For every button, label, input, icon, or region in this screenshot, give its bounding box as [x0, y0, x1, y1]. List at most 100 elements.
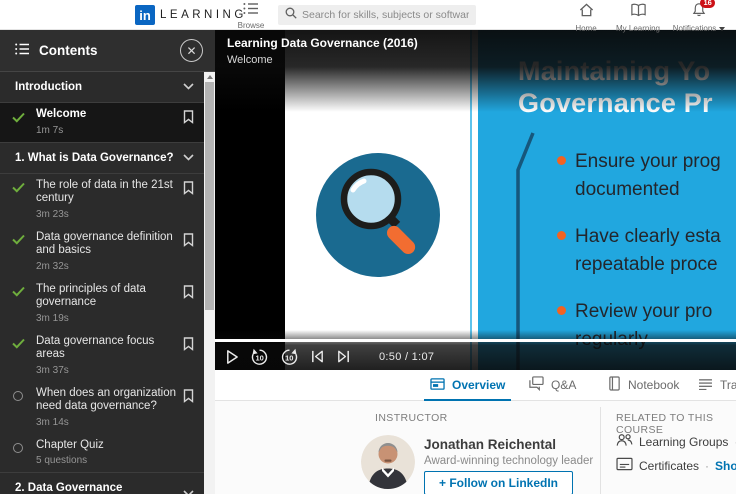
rewind-10-button[interactable]: 10 — [250, 348, 269, 366]
nav-notifications[interactable]: 16 Notifications — [666, 0, 732, 33]
lesson-duration: 3m 37s — [36, 364, 69, 376]
bookmark-icon[interactable] — [183, 180, 194, 200]
tab-label: Notebook — [628, 378, 680, 392]
lesson-title: The role of data in the 21st century — [36, 178, 173, 205]
video-controls: 10 10 0:50 / 1:07 — [215, 343, 736, 370]
scrollbar-thumb[interactable] — [205, 82, 214, 310]
linkedin-learning-logo[interactable]: in LEARNING — [135, 5, 247, 25]
lesson-item-chapter-quiz[interactable]: Chapter Quiz 5 questions — [0, 434, 204, 473]
slide-bullet-1: Ensure your prog documented — [557, 148, 721, 204]
chevron-down-icon — [183, 488, 194, 494]
transcript-lines-icon — [698, 378, 713, 393]
contents-sidebar: Contents ✕ Introduction Welcome 1m 7s 1.… — [0, 30, 215, 494]
search-input[interactable] — [302, 9, 469, 21]
lesson-title: The principles of data governance — [36, 282, 146, 309]
home-icon — [578, 2, 595, 23]
bookmark-icon[interactable] — [183, 336, 194, 356]
bullet-dot-icon — [557, 231, 566, 240]
certificates-icon — [616, 457, 633, 474]
tab-label: Overview — [452, 378, 506, 392]
completed-check-icon — [11, 181, 25, 195]
scroll-up-arrow-icon[interactable] — [206, 75, 213, 79]
video-time-display: 0:50 / 1:07 — [379, 350, 435, 363]
lesson-title: Welcome — [36, 108, 87, 120]
follow-on-linkedin-button[interactable]: + Follow on LinkedIn — [424, 471, 573, 494]
incomplete-circle-icon — [11, 389, 25, 403]
tab-overview[interactable]: Overview — [423, 370, 512, 401]
bookmark-icon[interactable] — [183, 232, 194, 252]
previous-video-button[interactable] — [310, 349, 325, 364]
lesson-duration: 5 questions — [36, 455, 88, 466]
lesson-duration: 1m 7s — [36, 124, 64, 136]
lesson-title: Chapter Quiz — [36, 438, 104, 451]
contents-list: Introduction Welcome 1m 7s 1. What is Da… — [0, 72, 204, 494]
lesson-title: Data governance definition and basics — [36, 230, 173, 257]
panel-divider — [600, 407, 601, 494]
bookmark-icon[interactable] — [183, 388, 194, 408]
play-button[interactable] — [225, 349, 239, 365]
section-data-governance-deployment[interactable]: 2. Data Governance Deployment — [0, 472, 204, 494]
tab-label: Q&A — [551, 378, 577, 392]
lesson-item-focus-areas[interactable]: Data governance focus areas 3m 37s — [0, 330, 204, 382]
lesson-item-welcome[interactable]: Welcome 1m 7s — [0, 103, 204, 142]
slide-bullet-2: Have clearly esta repeatable proce — [557, 223, 721, 279]
video-title-overlay: Learning Data Governance (2016) Welcome — [215, 30, 736, 112]
tab-notebook[interactable]: Notebook — [608, 370, 679, 400]
section-what-is-data-governance[interactable]: 1. What is Data Governance? — [0, 141, 204, 174]
bullet-dot-icon — [557, 306, 566, 315]
bullet-dot-icon — [557, 156, 566, 165]
bookmark-icon[interactable] — [183, 110, 194, 129]
lesson-duration: 3m 14s — [36, 416, 69, 428]
my-learning-label: My Learning — [615, 24, 661, 33]
next-video-button[interactable] — [336, 349, 351, 364]
forward-10-button[interactable]: 10 — [280, 348, 299, 366]
instructor-name[interactable]: Jonathan Reichental — [424, 437, 556, 452]
close-sidebar-button[interactable]: ✕ — [180, 39, 203, 62]
course-info-panel: INSTRUCTOR Jonathan Reichental Award-win… — [215, 401, 736, 494]
browse-list-icon — [243, 2, 259, 20]
contents-header: Contents ✕ — [0, 30, 215, 72]
related-item-label[interactable]: Certificates — [639, 459, 699, 473]
related-learning-groups-row: Learning Groups · Show — [616, 433, 736, 450]
show-all-certificates-link[interactable]: Show all — [715, 459, 736, 473]
related-item-label[interactable]: Learning Groups — [639, 435, 728, 449]
tab-qa[interactable]: Q&A — [528, 370, 576, 400]
lesson-title: When does an organization need data gove… — [36, 386, 177, 413]
tab-label: Tra — [720, 378, 736, 392]
contents-title: Contents — [39, 43, 98, 58]
section-label: 1. What is Data Governance? — [15, 151, 174, 164]
nav-home[interactable]: Home — [568, 2, 604, 33]
chevron-down-icon — [183, 81, 194, 93]
qa-speech-bubbles-icon — [528, 376, 544, 394]
lesson-item-principles[interactable]: The principles of data governance 3m 19s — [0, 278, 204, 330]
chevron-down-icon — [183, 152, 194, 164]
video-player[interactable]: Maintaining Yo Governance Pr Ensure your… — [215, 30, 736, 370]
bookmark-icon[interactable] — [183, 284, 194, 304]
section-label: Introduction — [15, 81, 83, 93]
lesson-name: Welcome — [227, 54, 273, 66]
lesson-duration: 3m 19s — [36, 312, 69, 324]
lesson-title: Data governance focus areas — [36, 334, 155, 361]
overview-icon — [430, 377, 445, 394]
tab-transcript[interactable]: Tra — [698, 370, 736, 400]
browse-button[interactable]: Browse — [235, 2, 267, 30]
section-introduction[interactable]: Introduction — [0, 72, 204, 103]
lesson-item-when-does-org-need[interactable]: When does an organization need data gove… — [0, 382, 204, 434]
course-tabs: Overview Q&A Notebook Tra — [215, 370, 736, 401]
browse-label: Browse — [237, 21, 265, 30]
top-navigation-bar: in LEARNING Browse Home My Learning — [0, 0, 736, 33]
sidebar-scrollbar[interactable] — [204, 72, 215, 494]
nav-my-learning[interactable]: My Learning — [608, 2, 668, 33]
separator-dot: · — [705, 458, 710, 473]
svg-text:10: 10 — [256, 353, 264, 362]
linkedin-in-icon: in — [135, 5, 155, 25]
video-progress-fill — [215, 339, 736, 342]
lesson-item-definition-basics[interactable]: Data governance definition and basics 2m… — [0, 226, 204, 278]
section-label: 2. Data Governance Deployment — [15, 482, 123, 494]
lesson-item-role-of-data[interactable]: The role of data in the 21st century 3m … — [0, 174, 204, 226]
video-progress-bar[interactable] — [215, 339, 736, 342]
dropdown-arrow-icon — [719, 27, 726, 31]
home-label: Home — [575, 24, 597, 33]
search-bar[interactable] — [278, 5, 476, 25]
instructor-avatar[interactable] — [361, 435, 415, 489]
